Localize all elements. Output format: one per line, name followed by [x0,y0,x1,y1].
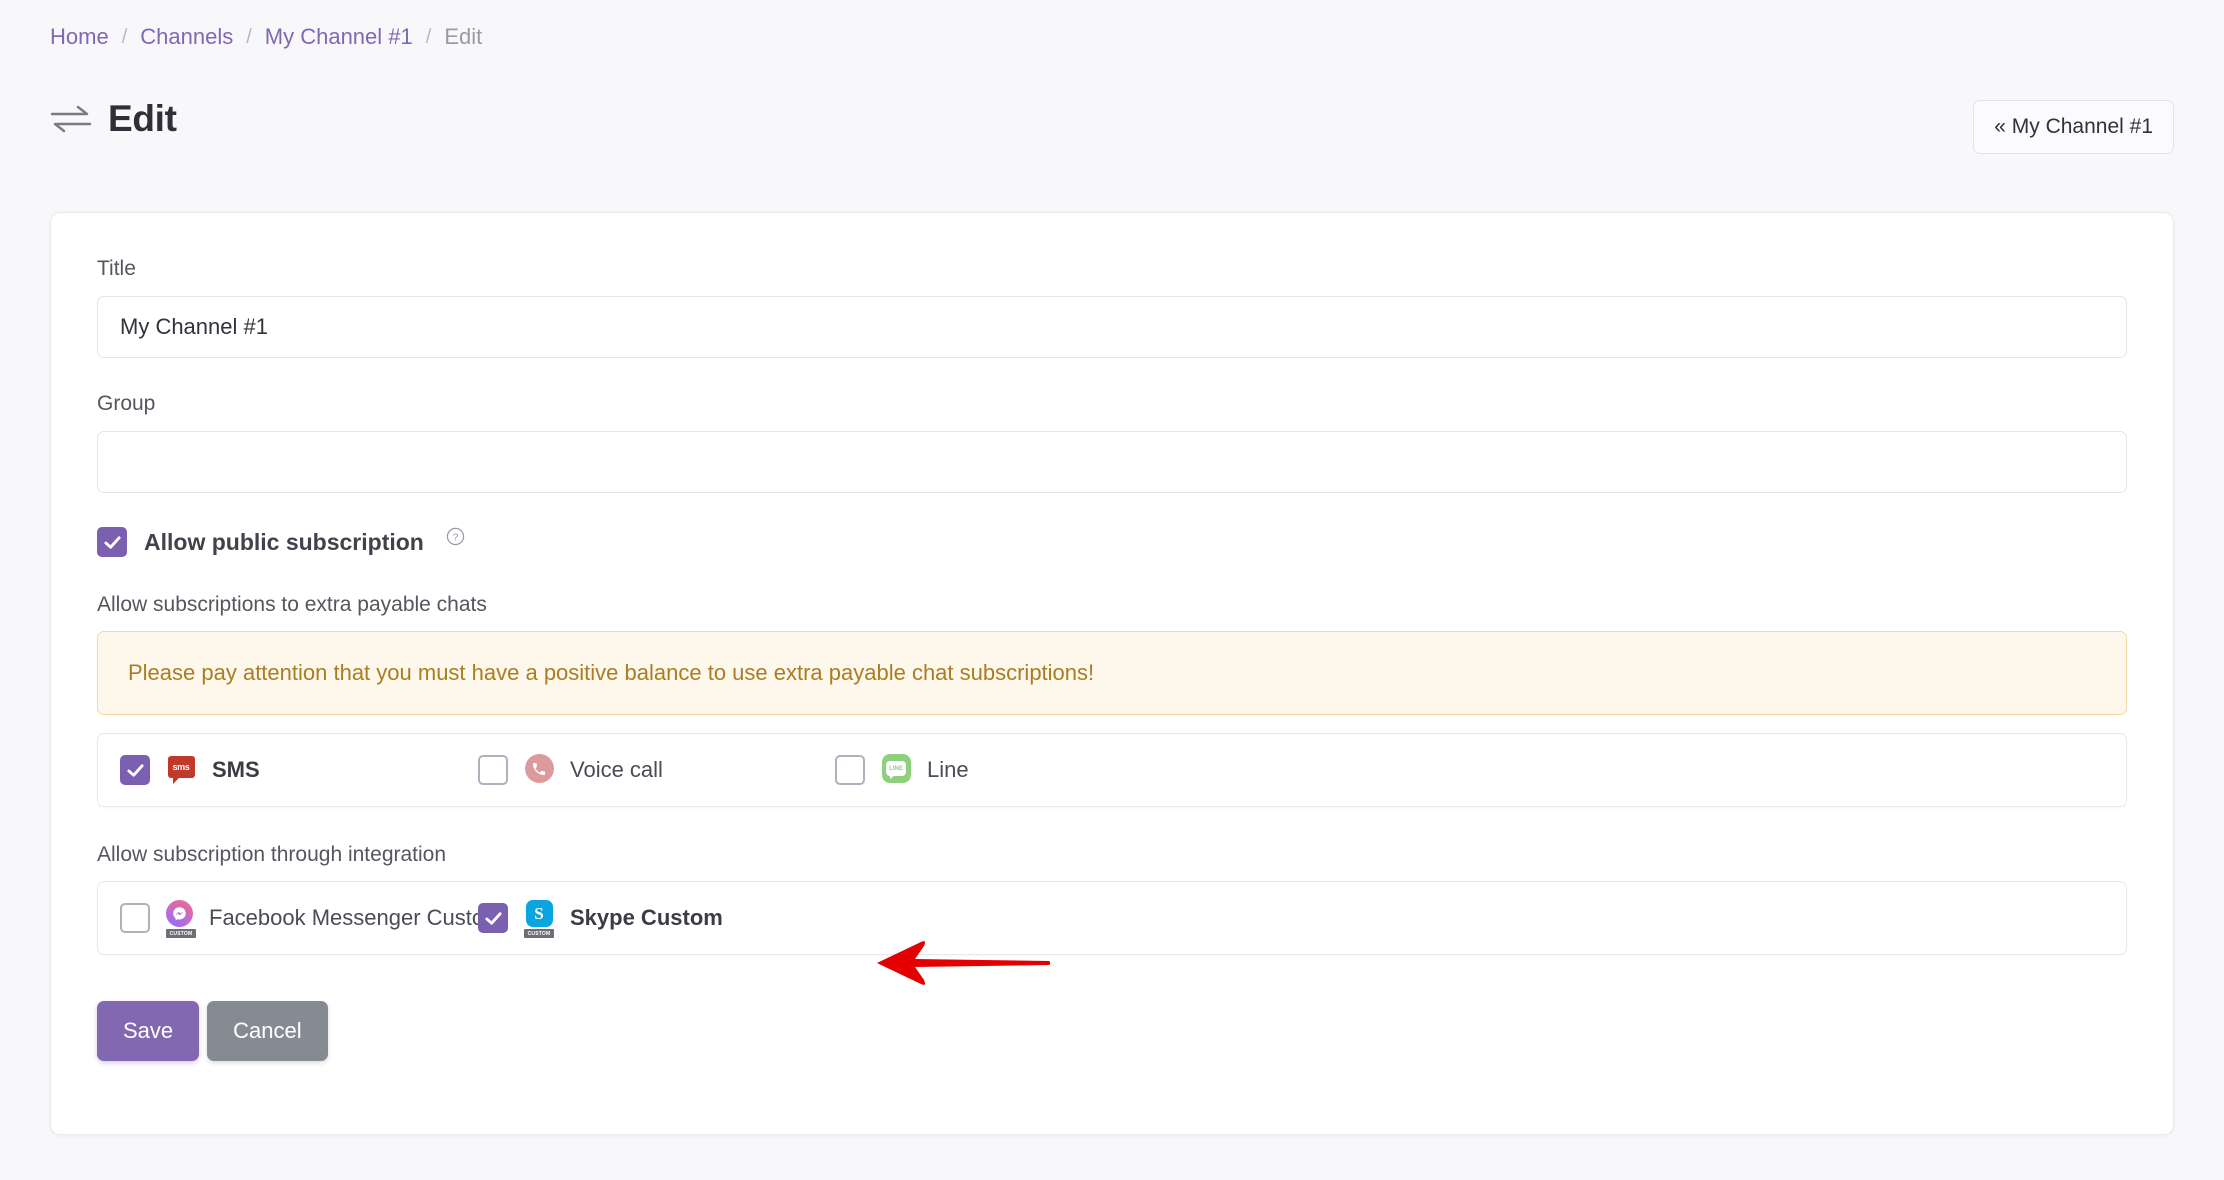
option-sms[interactable]: sms SMS [120,752,478,788]
option-line[interactable]: LINE Line [835,752,969,788]
option-skype-label: Skype Custom [570,905,723,930]
option-facebook-messenger-custom[interactable]: CUSTOM Facebook Messenger Custom [120,900,502,938]
sms-icon: sms [166,752,196,788]
form-actions: Save Cancel [97,1001,2127,1061]
breadcrumb-item-channels[interactable]: Channels [140,26,233,48]
back-to-channel-button[interactable]: « My Channel #1 [1973,100,2174,154]
page-title: Edit [108,98,177,139]
skype-checkbox[interactable] [478,903,508,933]
voice-call-checkbox[interactable] [478,755,508,785]
breadcrumb-separator: / [425,26,432,48]
breadcrumb-item-edit: Edit [444,24,483,49]
line-icon: LINE [881,752,911,788]
allow-public-subscription-checkbox[interactable] [97,527,127,557]
edit-form-card: Title Group Allow public subscription ? [50,212,2174,1135]
question-mark-icon[interactable]: ? [446,527,465,546]
title-field-group: Title [97,257,2127,358]
option-line-label: Line [927,757,969,782]
title-input[interactable] [97,296,2127,358]
balance-warning-banner: Please pay attention that you must have … [97,631,2127,715]
option-voice-call-label: Voice call [570,757,663,782]
allow-public-subscription-row[interactable]: Allow public subscription ? [97,527,2127,557]
messenger-icon: CUSTOM [166,900,196,938]
option-voice-call[interactable]: Voice call [478,752,835,788]
option-facebook-messenger-label: Facebook Messenger Custom [209,905,503,930]
group-input[interactable] [97,431,2127,493]
facebook-messenger-checkbox[interactable] [120,903,150,933]
phone-icon [524,752,554,788]
payable-chats-options-panel: sms SMS Voice call LINE Line [97,733,2127,807]
option-skype-custom[interactable]: S CUSTOM Skype Custom [478,900,723,938]
skype-icon: S CUSTOM [524,900,554,938]
integration-label: Allow subscription through integration [97,843,447,866]
breadcrumb-separator: / [246,26,252,48]
save-button[interactable]: Save [97,1001,200,1061]
breadcrumb: Home / Channels / My Channel #1 / Edit [50,26,482,48]
allow-public-subscription-label: Allow public subscription [144,528,424,555]
group-field-group: Group [97,392,2127,493]
option-sms-label: SMS [212,757,260,782]
line-checkbox[interactable] [835,755,865,785]
check-icon [103,535,121,549]
payable-chats-label: Allow subscriptions to extra payable cha… [97,593,487,616]
integration-options-panel: CUSTOM Facebook Messenger Custom S CUSTO… [97,881,2127,955]
breadcrumb-separator: / [121,26,128,48]
custom-badge: CUSTOM [524,929,554,938]
title-label: Title [97,257,136,280]
breadcrumb-item-my-channel[interactable]: My Channel #1 [265,26,413,48]
group-label: Group [97,392,156,415]
page-header: Edit [50,98,177,140]
check-icon [126,763,144,777]
check-icon [484,911,502,925]
cancel-button[interactable]: Cancel [207,1001,328,1061]
custom-badge: CUSTOM [166,929,196,938]
svg-text:?: ? [452,532,458,543]
sms-checkbox[interactable] [120,755,150,785]
breadcrumb-item-home[interactable]: Home [50,26,109,48]
edit-channel-page: Home / Channels / My Channel #1 / Edit E… [0,0,2224,1180]
swap-arrows-icon [50,104,92,134]
